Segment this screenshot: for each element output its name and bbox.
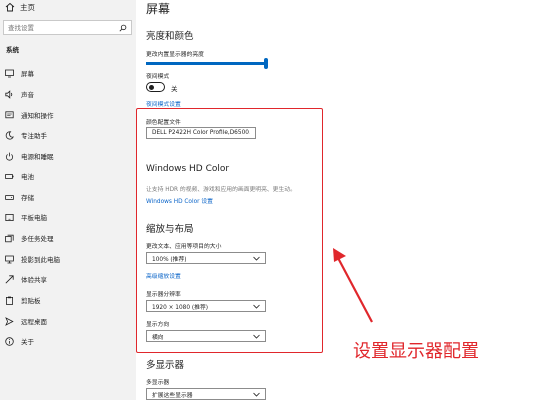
multi-display-label: 多显示器 xyxy=(146,380,170,386)
multitask-icon xyxy=(5,234,14,242)
sidebar-item-label: 屏幕 xyxy=(21,70,34,78)
chevron-down-icon xyxy=(253,392,260,397)
sidebar-item-label: 存储 xyxy=(21,194,34,202)
sidebar-item-clipboard[interactable]: 剪贴板 xyxy=(0,291,136,309)
brightness-slider[interactable] xyxy=(146,62,266,65)
night-light-toggle[interactable] xyxy=(146,82,165,92)
sidebar-item-label: 声音 xyxy=(21,91,34,99)
sidebar-item-label: 远程桌面 xyxy=(21,318,47,326)
sidebar-item-tablet[interactable]: 平板电脑 xyxy=(0,208,136,226)
tablet-icon xyxy=(5,213,14,221)
sidebar-item-shared-experiences[interactable]: 体验共享 xyxy=(0,270,136,288)
home-button[interactable]: 主页 xyxy=(0,0,136,14)
sidebar-item-label: 平板电脑 xyxy=(21,214,47,222)
brightness-label: 更改内置显示器的亮度 xyxy=(146,52,204,58)
sidebar-item-label: 多任务处理 xyxy=(21,235,54,243)
sidebar-item-label: 体验共享 xyxy=(21,276,47,284)
home-icon xyxy=(5,2,15,12)
sidebar: 主页 系统 屏幕 声音 通知和操作 专注助手 电源和睡眠 电池 存储 平板电脑 xyxy=(0,0,136,400)
annotation-highlight-box xyxy=(136,108,323,353)
speaker-icon xyxy=(5,89,13,99)
night-light-label: 夜间模式 xyxy=(146,74,170,80)
brightness-slider-thumb[interactable] xyxy=(264,58,268,69)
sidebar-item-label: 电池 xyxy=(21,173,34,181)
sidebar-item-display[interactable]: 屏幕 xyxy=(0,64,136,82)
share-icon xyxy=(5,274,14,283)
display-icon xyxy=(5,69,14,77)
home-label: 主页 xyxy=(20,2,35,12)
night-light-state: 关 xyxy=(171,85,178,93)
page-title: 屏幕 xyxy=(146,2,171,16)
remote-desktop-icon xyxy=(5,316,14,326)
sidebar-item-label: 通知和操作 xyxy=(21,112,54,120)
projector-icon xyxy=(5,255,14,263)
sidebar-item-multitasking[interactable]: 多任务处理 xyxy=(0,229,136,247)
sidebar-item-label: 投影到此电脑 xyxy=(21,256,60,264)
sidebar-item-label: 关于 xyxy=(21,338,34,346)
battery-icon xyxy=(5,173,14,179)
sidebar-item-label: 电源和睡眠 xyxy=(21,153,54,161)
notification-icon xyxy=(5,110,14,118)
multi-display-dropdown[interactable]: 扩展这些显示器 xyxy=(146,388,266,400)
sidebar-item-battery[interactable]: 电池 xyxy=(0,167,136,185)
power-icon xyxy=(5,152,14,160)
sidebar-item-projecting[interactable]: 投影到此电脑 xyxy=(0,250,136,268)
sidebar-item-focus-assist[interactable]: 专注助手 xyxy=(0,126,136,144)
night-light-settings-link[interactable]: 夜间模式设置 xyxy=(146,99,181,108)
sidebar-section-title: 系统 xyxy=(6,46,19,54)
multi-display-value: 扩展这些显示器 xyxy=(152,392,193,399)
sidebar-item-label: 专注助手 xyxy=(21,132,47,140)
moon-icon xyxy=(5,130,14,140)
search-input[interactable] xyxy=(8,23,108,32)
sidebar-item-remote-desktop[interactable]: 远程桌面 xyxy=(0,312,136,330)
sidebar-item-sound[interactable]: 声音 xyxy=(0,85,136,103)
storage-icon xyxy=(5,194,14,200)
annotation-label: 设置显示器配置 xyxy=(353,341,479,362)
sidebar-item-label: 剪贴板 xyxy=(21,297,41,305)
info-icon xyxy=(5,336,14,346)
brightness-heading: 亮度和颜色 xyxy=(146,31,194,42)
clipboard-icon xyxy=(5,296,13,305)
sidebar-item-notifications[interactable]: 通知和操作 xyxy=(0,106,136,124)
sidebar-item-about[interactable]: 关于 xyxy=(0,332,136,350)
search-box[interactable] xyxy=(3,20,132,35)
multi-display-heading: 多显示器 xyxy=(146,360,185,371)
sidebar-item-storage[interactable]: 存储 xyxy=(0,188,136,206)
sidebar-item-power[interactable]: 电源和睡眠 xyxy=(0,147,136,165)
search-icon[interactable] xyxy=(119,24,127,32)
